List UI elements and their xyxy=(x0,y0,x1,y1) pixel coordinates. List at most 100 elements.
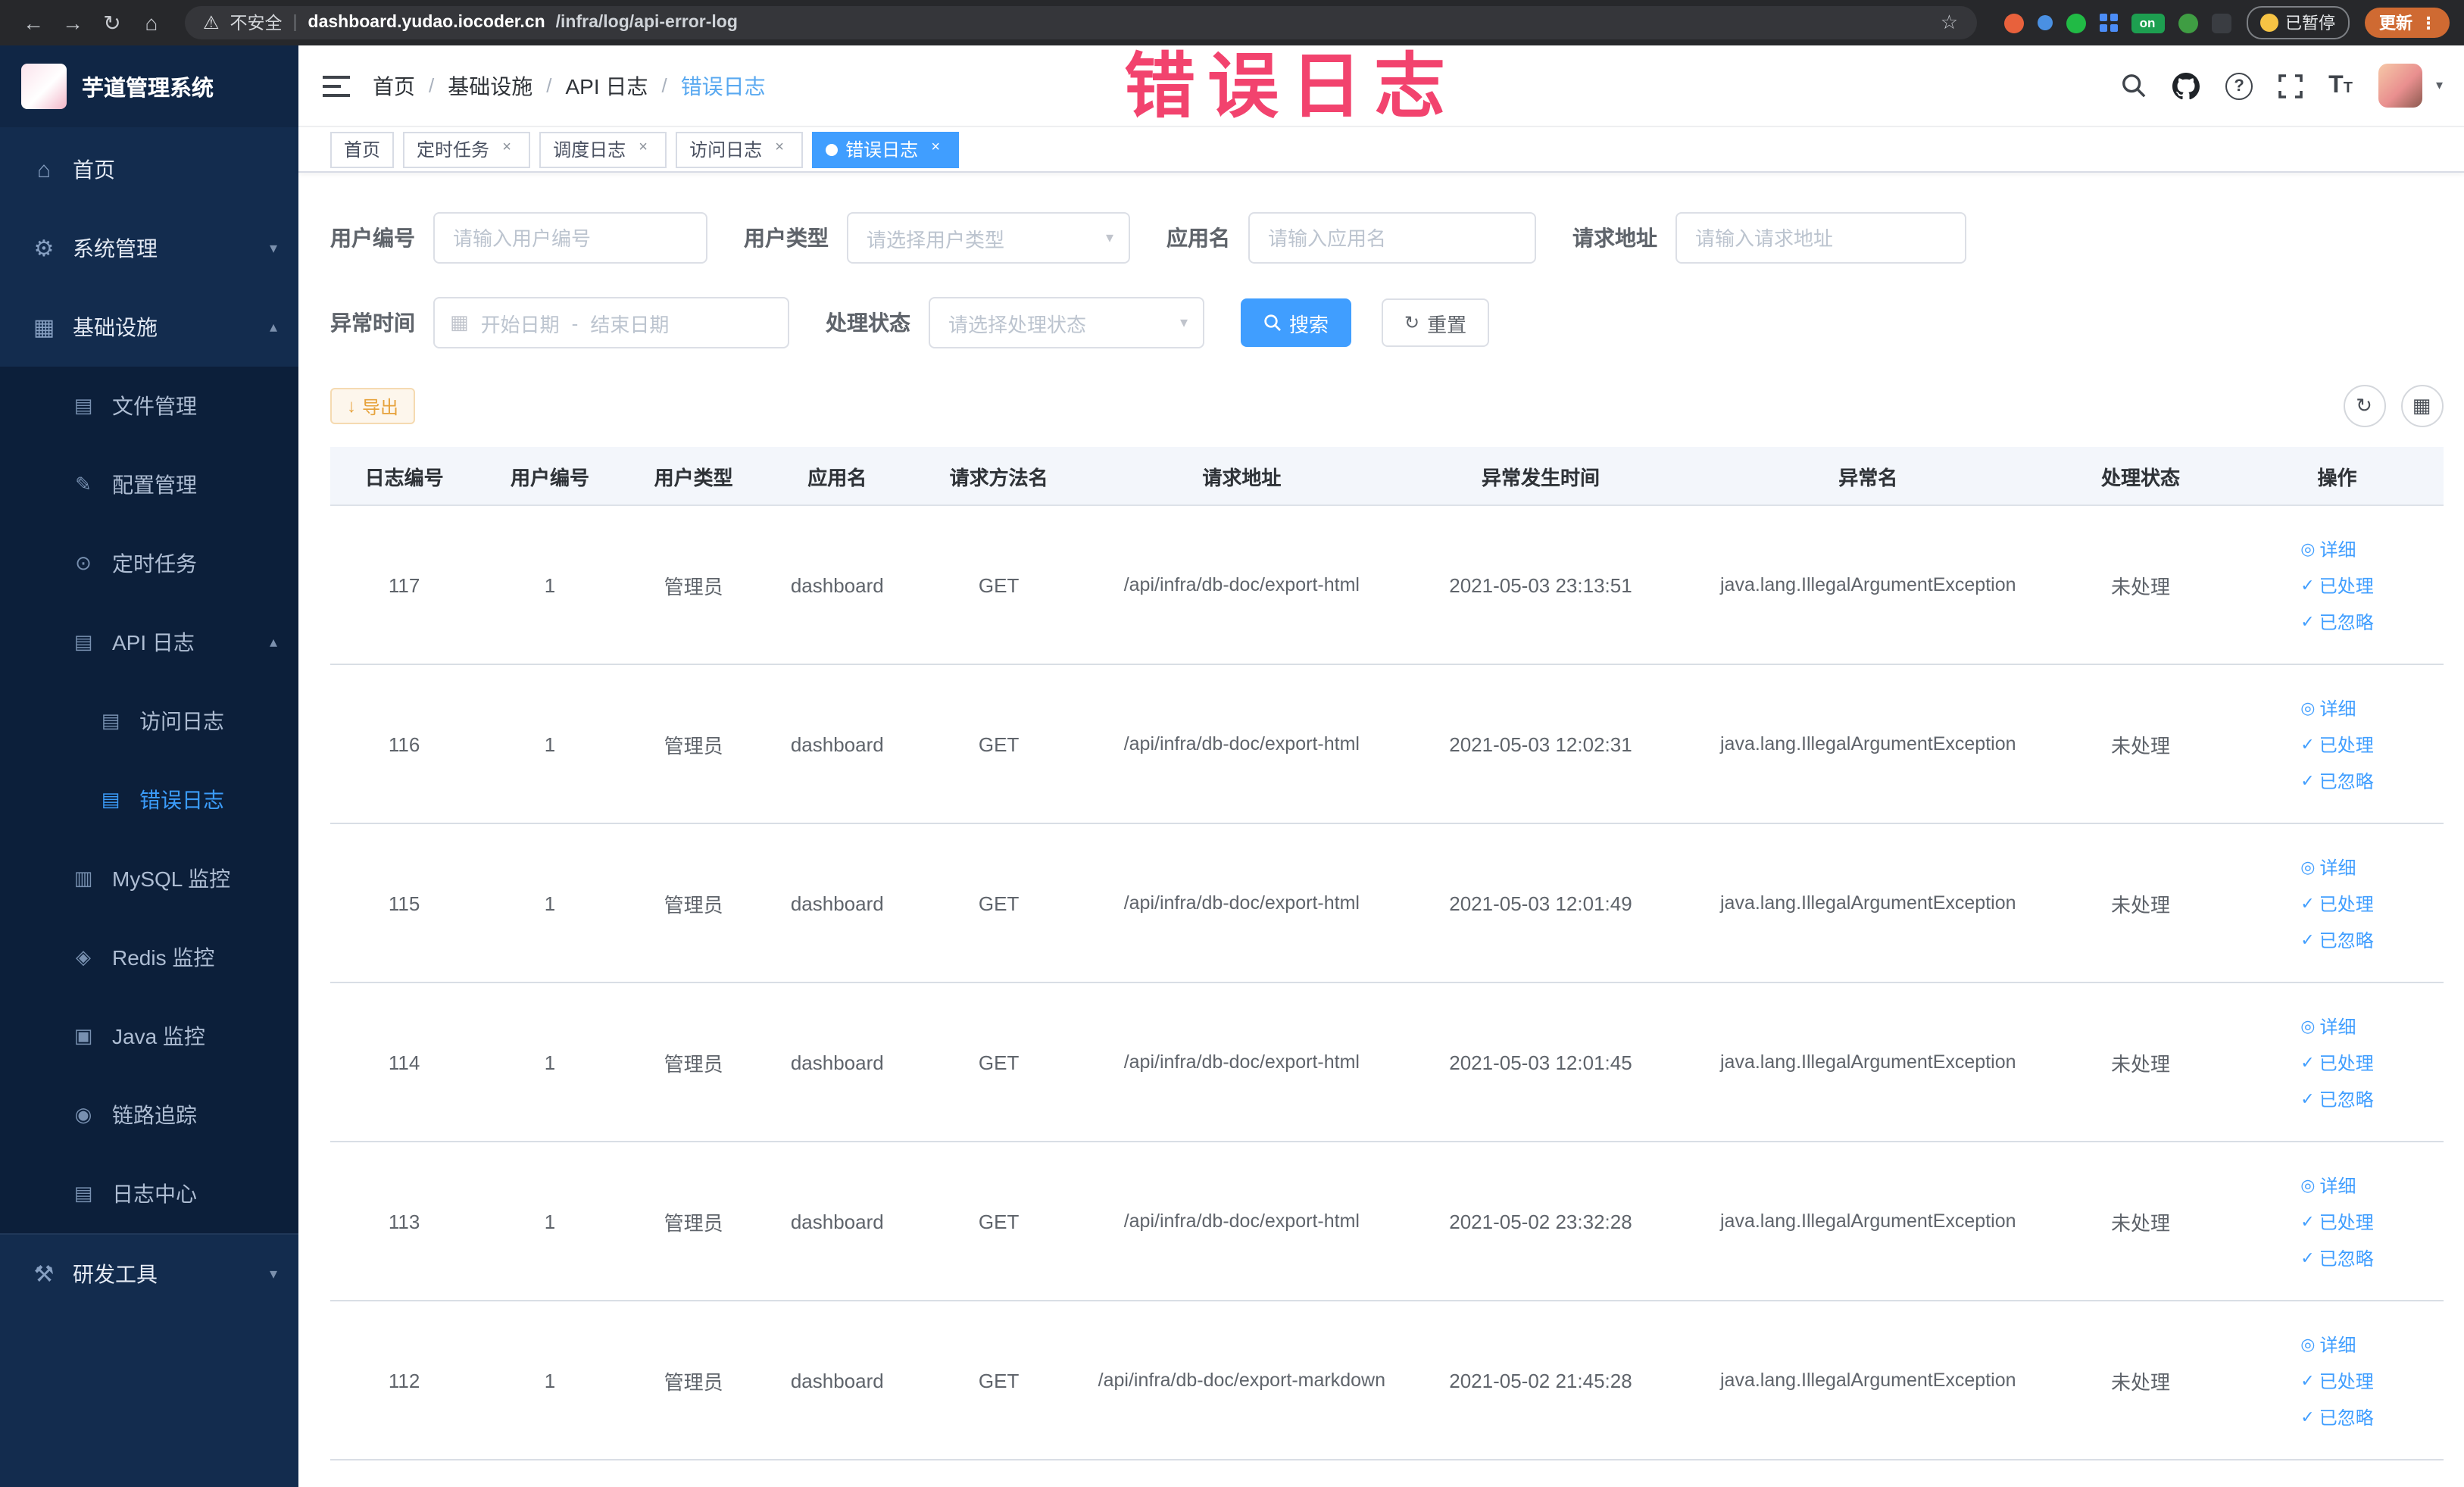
mark-processed-link[interactable]: ✓ 已处理 xyxy=(2300,1208,2373,1234)
sidebar-item-config-management[interactable]: ✎ 配置管理 xyxy=(0,445,298,524)
cell-user-type: 管理员 xyxy=(621,664,766,824)
browser-menu-icon[interactable]: ⋮ xyxy=(2420,13,2437,33)
extension-leaf-icon[interactable] xyxy=(2178,13,2197,33)
sidebar-item-scheduled-tasks[interactable]: ⊙ 定时任务 xyxy=(0,524,298,603)
github-icon[interactable] xyxy=(2172,72,2200,99)
user-type-select[interactable]: 请选择用户类型 ▾ xyxy=(847,212,1130,264)
mark-processed-link[interactable]: ✓ 已处理 xyxy=(2300,890,2373,916)
check-icon: ✓ xyxy=(2300,1213,2315,1231)
cell-exception-name: java.lang.IllegalArgumentException xyxy=(1686,664,2050,824)
sidebar-item-api-logs[interactable]: ▤ API 日志 ▴ xyxy=(0,603,298,682)
sidebar-item-java-monitor[interactable]: ▣ Java 监控 xyxy=(0,997,298,1076)
cell-actions: ◎ 详细 ✓ 已处理 ✓ 已忽略 xyxy=(2231,1301,2443,1460)
check-icon: ✓ xyxy=(2300,1249,2315,1267)
cell-app-name: dashboard xyxy=(765,1142,910,1301)
help-icon[interactable]: ? xyxy=(2225,72,2253,99)
breadcrumb-separator: / xyxy=(429,74,435,97)
database-icon: ▥ xyxy=(73,867,93,889)
reset-button[interactable]: ↻ 重置 xyxy=(1382,298,1490,347)
mark-ignored-link[interactable]: ✓ 已忽略 xyxy=(2300,767,2373,793)
mark-processed-link[interactable]: ✓ 已处理 xyxy=(2300,1367,2373,1393)
cell-app-name: dashboard xyxy=(765,1301,910,1460)
tab-scheduled-tasks[interactable]: 定时任务 × xyxy=(403,131,531,167)
cell-exception-time: 2021-05-03 12:01:49 xyxy=(1394,823,1687,983)
sidebar-item-log-center[interactable]: ▤ 日志中心 xyxy=(0,1154,298,1233)
extension-puzzle-icon[interactable] xyxy=(2211,13,2231,33)
refresh-table-button[interactable]: ↻ xyxy=(2343,385,2385,427)
logo-image xyxy=(21,64,67,109)
mark-ignored-link[interactable]: ✓ 已忽略 xyxy=(2300,926,2373,952)
search-icon[interactable] xyxy=(2121,73,2147,98)
sidebar-item-access-logs[interactable]: ▤ 访问日志 xyxy=(0,682,298,761)
detail-link[interactable]: ◎ 详细 xyxy=(2300,695,2356,720)
bookmark-star-icon[interactable]: ☆ xyxy=(1941,11,1958,35)
col-request-url: 请求地址 xyxy=(1088,447,1395,506)
mark-ignored-link[interactable]: ✓ 已忽略 xyxy=(2300,1086,2373,1111)
tab-home[interactable]: 首页 xyxy=(330,131,395,167)
eye-icon: ◎ xyxy=(2300,1017,2316,1036)
tab-schedule-logs[interactable]: 调度日志 × xyxy=(539,131,667,167)
address-bar[interactable]: ⚠ 不安全 | dashboard.yudao.iocoder.cn /infr… xyxy=(185,6,1976,39)
close-icon[interactable]: × xyxy=(770,139,789,159)
extension-blue-icon[interactable] xyxy=(2037,15,2052,30)
sidebar-item-redis-monitor[interactable]: ◈ Redis 监控 xyxy=(0,918,298,997)
browser-home-icon[interactable]: ⌂ xyxy=(133,11,170,35)
back-icon[interactable]: ← xyxy=(15,11,52,35)
app-logo[interactable]: 芋道管理系统 xyxy=(0,45,298,127)
font-size-icon[interactable]: TT xyxy=(2328,73,2353,98)
folder-icon: ▤ xyxy=(73,394,93,417)
detail-link[interactable]: ◎ 详细 xyxy=(2300,1013,2356,1039)
mark-processed-link[interactable]: ✓ 已处理 xyxy=(2300,1049,2373,1075)
export-button[interactable]: ↓ 导出 xyxy=(330,388,416,424)
sidebar-item-dev-tools[interactable]: ⚒ 研发工具 ▾ xyxy=(0,1233,298,1314)
extension-green-icon[interactable] xyxy=(2066,13,2085,33)
update-button[interactable]: 更新 ⋮ xyxy=(2364,8,2449,38)
reload-icon[interactable]: ↻ xyxy=(94,10,130,36)
sidebar-item-infrastructure[interactable]: ▦ 基础设施 ▴ xyxy=(0,288,298,367)
mark-ignored-link[interactable]: ✓ 已忽略 xyxy=(2300,1404,2373,1429)
extension-red-icon[interactable] xyxy=(2003,13,2023,33)
close-icon[interactable]: × xyxy=(633,139,653,159)
sidebar-item-home[interactable]: ⌂ 首页 xyxy=(0,130,298,209)
search-button[interactable]: 搜索 xyxy=(1241,298,1352,347)
breadcrumb-api-logs[interactable]: API 日志 xyxy=(566,70,648,101)
sidebar-item-error-logs[interactable]: ▤ 错误日志 xyxy=(0,761,298,839)
process-status-select[interactable]: 请选择处理状态 ▾ xyxy=(929,297,1204,348)
user-id-input[interactable] xyxy=(433,212,707,264)
sidebar-item-file-management[interactable]: ▤ 文件管理 xyxy=(0,367,298,445)
exception-time-range-picker[interactable]: ▦ 开始日期 - 结束日期 xyxy=(433,297,789,348)
hamburger-icon[interactable] xyxy=(323,73,350,98)
extensions-grid-icon[interactable] xyxy=(2099,14,2117,32)
clock-icon: ⊙ xyxy=(75,551,92,574)
breadcrumb-home[interactable]: 首页 xyxy=(373,70,415,101)
eye-icon: ◎ xyxy=(2300,540,2316,558)
detail-link[interactable]: ◎ 详细 xyxy=(2300,1331,2356,1357)
breadcrumb-infrastructure[interactable]: 基础设施 xyxy=(448,70,532,101)
extension-on-badge[interactable]: on xyxy=(2131,13,2164,33)
close-icon[interactable]: × xyxy=(497,139,517,159)
mark-processed-link[interactable]: ✓ 已处理 xyxy=(2300,572,2373,598)
tab-access-logs[interactable]: 访问日志 × xyxy=(676,131,804,167)
mark-ignored-link[interactable]: ✓ 已忽略 xyxy=(2300,1245,2373,1270)
sidebar-item-mysql-monitor[interactable]: ▥ MySQL 监控 xyxy=(0,839,298,918)
avatar-caret-icon[interactable]: ▾ xyxy=(2436,77,2443,94)
mark-ignored-link[interactable]: ✓ 已忽略 xyxy=(2300,608,2373,634)
detail-link[interactable]: ◎ 详细 xyxy=(2300,1172,2356,1198)
avatar[interactable] xyxy=(2378,64,2422,108)
forward-icon[interactable]: → xyxy=(55,11,91,35)
gear-icon: ⚙ xyxy=(33,236,55,262)
paused-badge[interactable]: 已暂停 xyxy=(2246,6,2349,39)
cell-request-url: /api/infra/db-doc/export-html xyxy=(1088,823,1395,983)
mark-processed-link[interactable]: ✓ 已处理 xyxy=(2300,731,2373,757)
detail-link[interactable]: ◎ 详细 xyxy=(2300,536,2356,561)
infrastructure-icon: ▦ xyxy=(33,315,55,341)
request-url-input[interactable] xyxy=(1675,212,1966,264)
app-name-input[interactable] xyxy=(1248,212,1536,264)
detail-link[interactable]: ◎ 详细 xyxy=(2300,854,2356,879)
sidebar-item-system-management[interactable]: ⚙ 系统管理 ▾ xyxy=(0,209,298,288)
sidebar-item-trace[interactable]: ◉ 链路追踪 xyxy=(0,1076,298,1154)
tab-error-logs[interactable]: 错误日志 × xyxy=(812,131,960,167)
column-settings-button[interactable]: ▦ xyxy=(2400,385,2443,427)
close-icon[interactable]: × xyxy=(926,139,945,159)
fullscreen-icon[interactable] xyxy=(2278,73,2303,98)
